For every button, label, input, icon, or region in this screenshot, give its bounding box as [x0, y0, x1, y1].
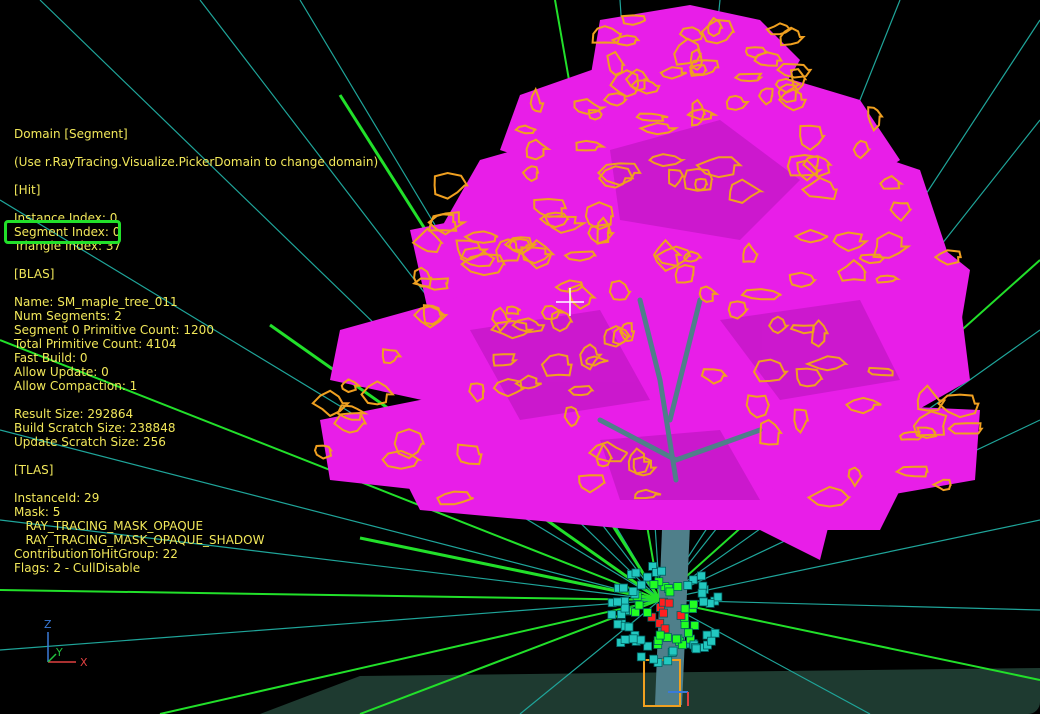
primitive-marker — [689, 599, 698, 609]
info-line: Mask: 5 — [14, 505, 61, 519]
primitive-marker — [624, 622, 634, 632]
info-line — [14, 253, 434, 267]
primitive-marker — [657, 566, 666, 576]
info-line: (Use r.RayTracing.Visualize.PickerDomain… — [14, 155, 379, 169]
primitive-marker — [707, 636, 716, 646]
primitive-marker — [643, 608, 652, 617]
info-line — [14, 281, 434, 295]
primitive-marker — [628, 587, 638, 596]
picker-info-panel: Domain [Segment] (Use r.RayTracing.Visual… — [14, 127, 434, 575]
raytracing-viewport[interactable]: Domain [Segment] (Use r.RayTracing.Visual… — [0, 0, 1040, 714]
primitive-marker — [619, 583, 628, 593]
info-line: ContributionToHitGroup: 22 — [14, 547, 178, 561]
primitive-marker — [713, 592, 723, 602]
leaf-outline — [779, 26, 806, 47]
primitive-marker — [680, 620, 690, 629]
info-line: Fast Build: 0 — [14, 351, 88, 365]
primitive-marker — [683, 581, 693, 590]
axis-y-label: Y — [56, 646, 63, 659]
primitive-marker — [643, 572, 652, 582]
primitive-marker — [631, 568, 641, 578]
primitive-marker — [636, 635, 646, 645]
info-line: RAY_TRACING_MASK_OPAQUE — [14, 519, 204, 533]
axis-z-label: Z — [44, 618, 52, 631]
info-line — [14, 449, 434, 463]
info-line: Allow Update: 0 — [14, 365, 109, 379]
leaf-outline — [765, 22, 794, 36]
info-line: Domain [Segment] — [14, 127, 128, 141]
primitive-marker — [637, 580, 646, 590]
primitive-marker — [710, 628, 720, 638]
info-line: RAY_TRACING_MASK_OPAQUE_SHADOW — [14, 533, 265, 547]
primitive-marker — [672, 634, 681, 644]
info-line: [BLAS] — [14, 267, 55, 281]
info-line: [Hit] — [14, 183, 41, 197]
primitive-marker — [697, 571, 706, 581]
info-line: Result Size: 292864 — [14, 407, 134, 421]
info-line — [14, 169, 434, 183]
primitive-marker — [659, 608, 668, 618]
primitive-marker — [668, 646, 678, 656]
primitive-marker — [613, 597, 622, 607]
info-line: Total Primitive Count: 4104 — [14, 337, 177, 351]
primitive-marker — [634, 600, 644, 610]
info-line: Triangle Index: 37 — [14, 239, 122, 253]
info-line — [14, 197, 434, 211]
axis-gizmo-icon: Z Y X — [38, 618, 98, 672]
primitive-marker — [649, 654, 658, 664]
info-line: Instance Index: 0 — [14, 211, 118, 225]
info-line: Update Scratch Size: 256 — [14, 435, 166, 449]
primitive-marker — [691, 644, 701, 654]
info-line: Flags: 2 - CullDisable — [14, 561, 141, 575]
info-line: Segment 0 Primitive Count: 1200 — [14, 323, 214, 337]
primitive-marker — [636, 652, 646, 662]
primitive-marker — [607, 610, 617, 620]
info-line — [14, 141, 434, 155]
primitive-marker — [680, 604, 690, 614]
primitive-marker — [631, 607, 640, 617]
primitive-marker — [664, 598, 674, 608]
info-line: Segment Index: 0 — [14, 225, 121, 239]
info-line: InstanceId: 29 — [14, 491, 100, 505]
info-line: Build Scratch Size: 238848 — [14, 421, 176, 435]
primitive-marker — [697, 588, 707, 598]
primitive-marker — [620, 603, 630, 613]
info-line: Allow Compaction: 1 — [14, 379, 138, 393]
info-line — [14, 477, 434, 491]
primitive-marker — [699, 597, 708, 607]
info-line: [TLAS] — [14, 463, 54, 477]
primitive-marker — [620, 635, 630, 644]
primitive-marker — [665, 587, 675, 597]
primitive-marker — [628, 634, 638, 644]
primitive-marker — [684, 628, 693, 638]
primitive-marker — [673, 582, 683, 591]
primitive-marker — [613, 619, 623, 629]
primitive-marker — [655, 630, 665, 640]
primitive-marker — [663, 656, 673, 666]
info-line: Name: SM_maple_tree_011 — [14, 295, 178, 309]
info-line: Num Segments: 2 — [14, 309, 122, 323]
info-line — [14, 393, 434, 407]
primitive-marker — [649, 580, 659, 589]
primitive-marker — [690, 621, 700, 630]
axis-x-label: X — [80, 656, 88, 669]
